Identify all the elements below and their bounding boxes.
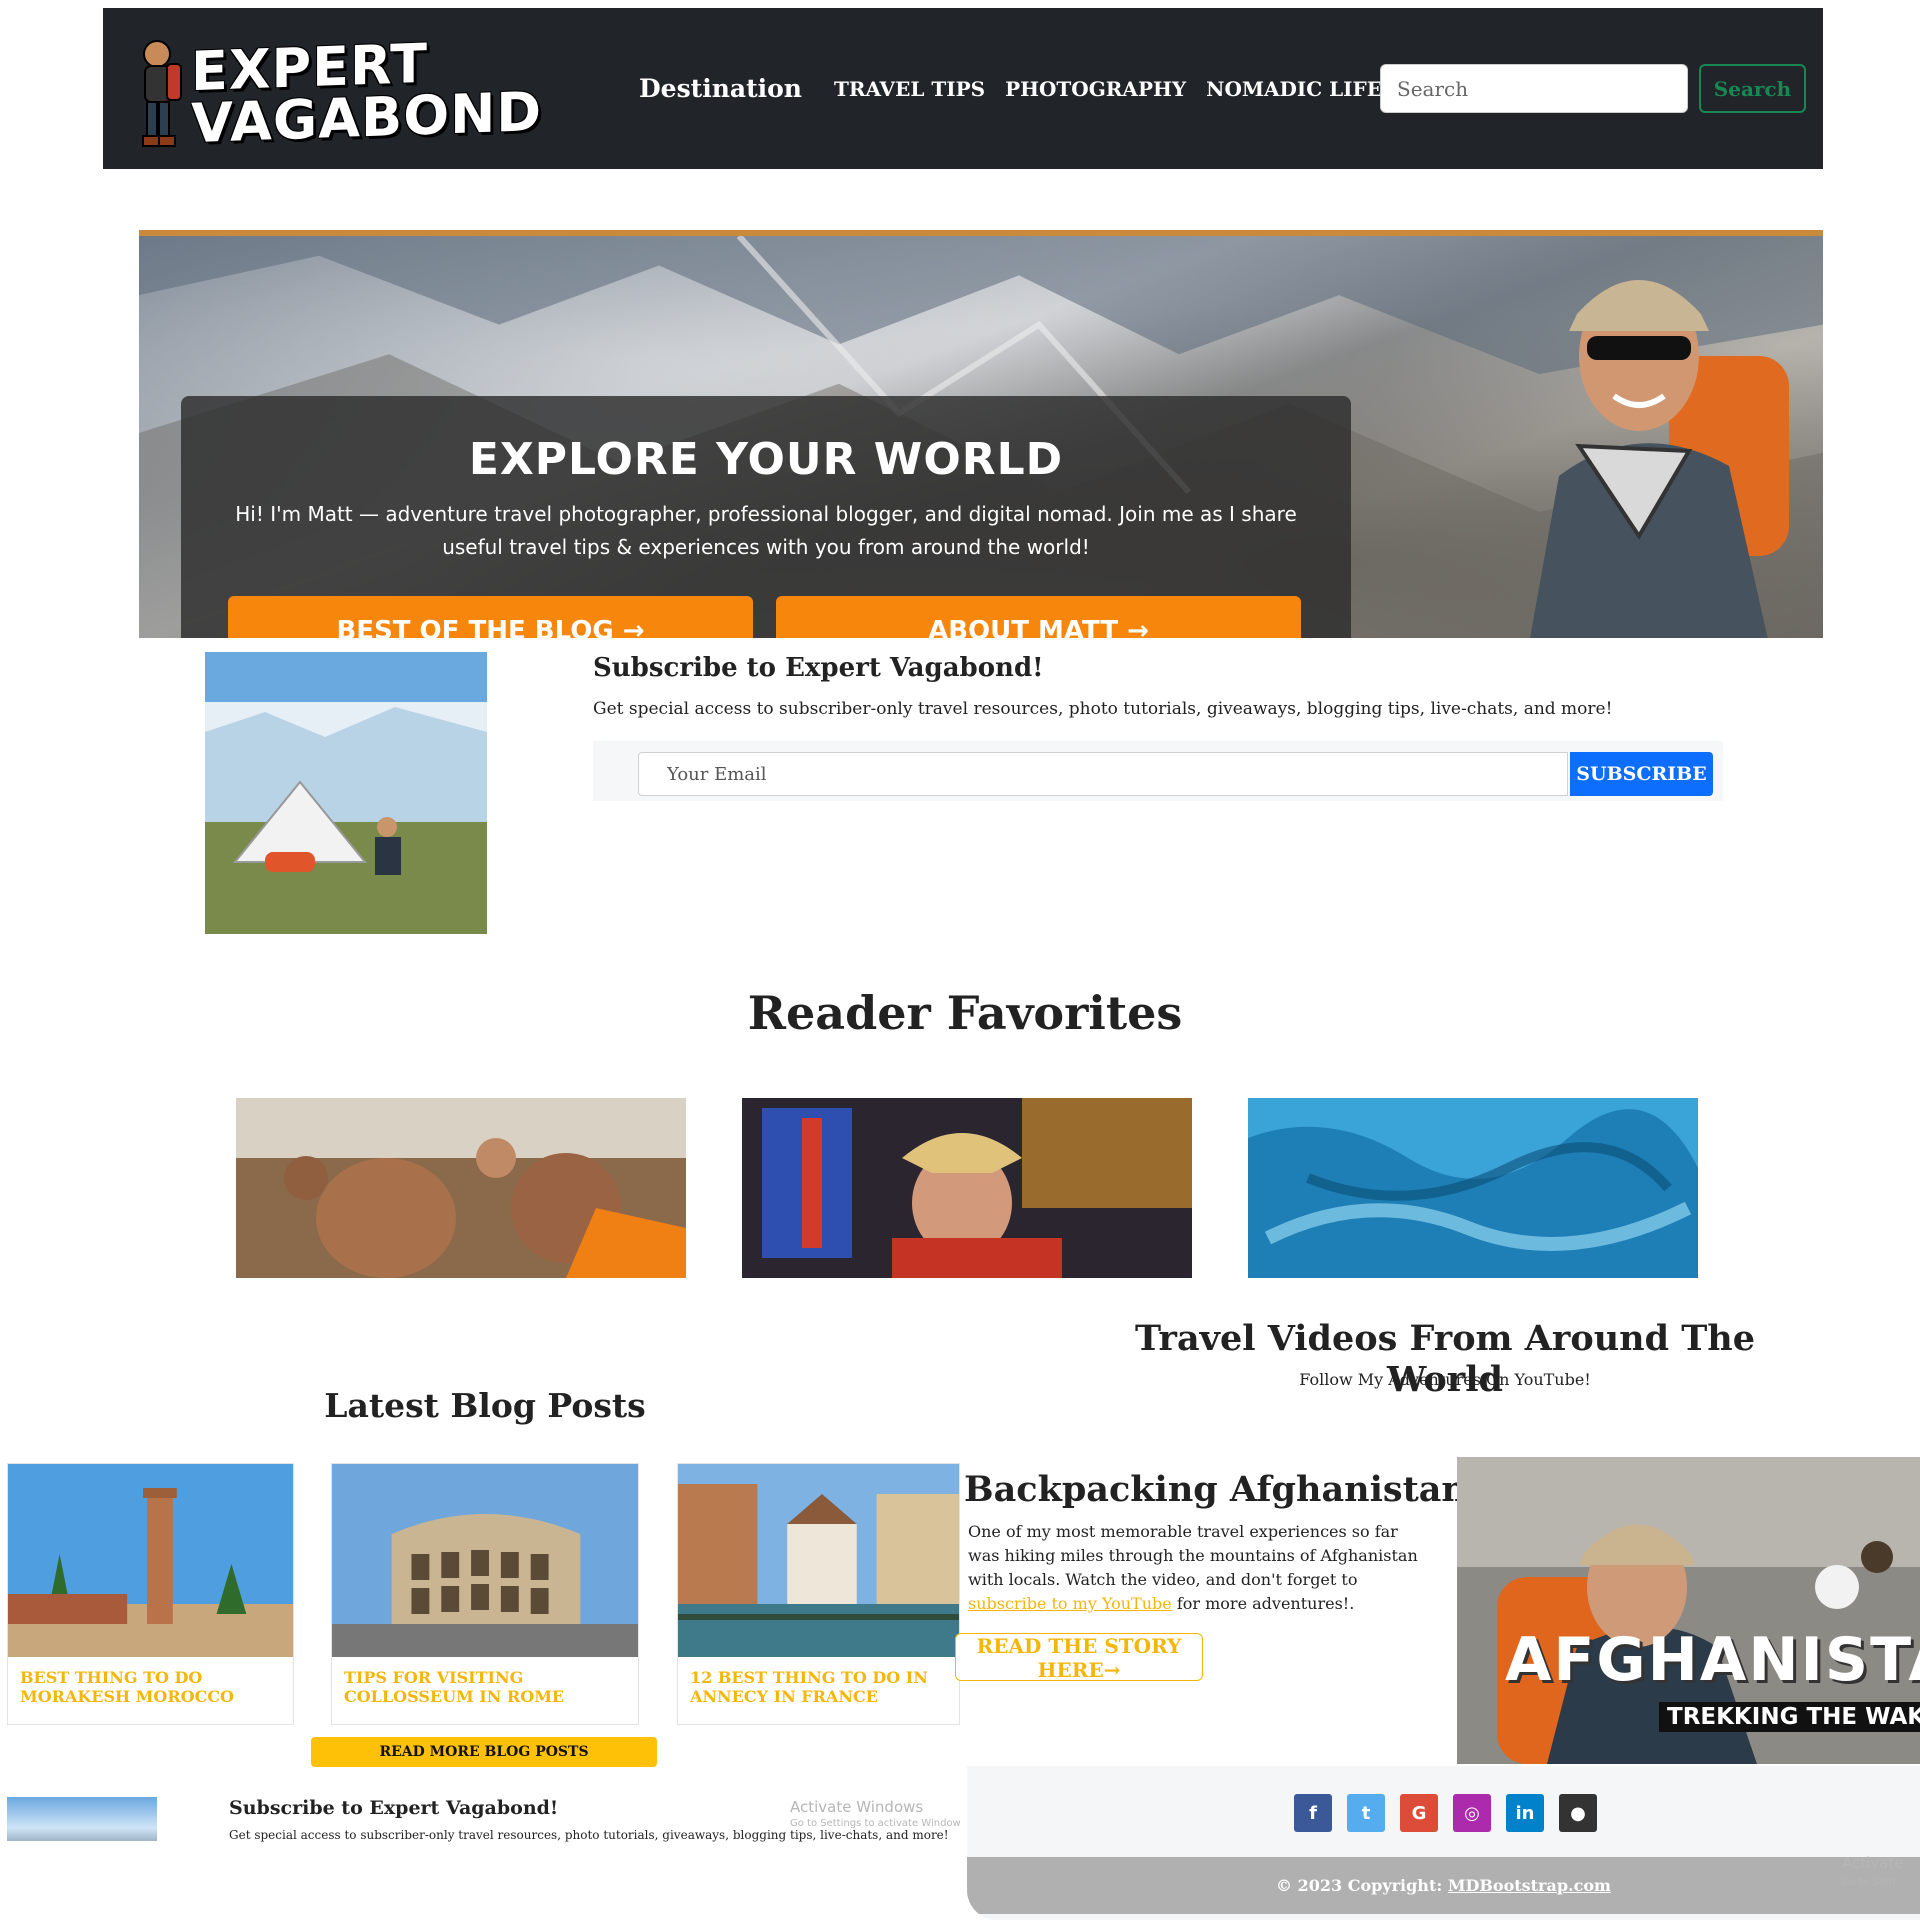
reader-favorites-heading: Reader Favorites: [747, 986, 1183, 1040]
twitter-icon: t: [1361, 1802, 1371, 1824]
social-button[interactable]: ●: [1559, 1794, 1597, 1832]
afghanistan-text: One of my most memorable travel experien…: [968, 1520, 1418, 1616]
logo[interactable]: EXPERT VAGABOND: [131, 30, 542, 155]
favorite-street-food-photo[interactable]: [742, 1098, 1192, 1278]
nav-links: Destination TRAVEL TIPS PHOTOGRAPHY NOMA…: [639, 8, 1414, 169]
nav-photography[interactable]: PHOTOGRAPHY: [1005, 77, 1186, 101]
thumbnail-subtitle: TREKKING THE WAKHAN: [1659, 1702, 1920, 1732]
linkedin-icon: in: [1515, 1802, 1535, 1824]
hero-banner: EXPLORE YOUR WORLD Hi! I'm Matt — advent…: [139, 230, 1823, 638]
subscribe-bottom-title: Subscribe to Expert Vagabond!: [229, 1797, 559, 1819]
post-morocco-photo: [8, 1464, 293, 1657]
post-title[interactable]: 12 BEST THING TO DO IN ANNECY IN FRANCE: [690, 1668, 949, 1706]
social-button[interactable]: G: [1400, 1794, 1438, 1832]
latest-blog-heading: Latest Blog Posts: [324, 1386, 646, 1425]
navbar: EXPERT VAGABOND Destination TRAVEL TIPS …: [103, 8, 1823, 169]
post-colosseum-photo: [332, 1464, 638, 1657]
hero-text: Hi! I'm Matt — adventure travel photogra…: [235, 502, 1297, 559]
social-button[interactable]: f: [1294, 1794, 1332, 1832]
social-button[interactable]: in: [1506, 1794, 1544, 1832]
footer: f t G ◎ in ● © 2023 Copyright: MDBootstrap.co…: [967, 1766, 1920, 1920]
social-button[interactable]: ◎: [1453, 1794, 1491, 1832]
social-button[interactable]: t: [1347, 1794, 1385, 1832]
nav-nomadic-life-label: NOMADIC LIFE: [1206, 76, 1382, 101]
blog-post-card[interactable]: BEST THING TO DO MORAKESH MOROCCO: [7, 1463, 294, 1725]
settings-watermark-right: Go to Setti: [1842, 1877, 1896, 1888]
google-icon: G: [1411, 1802, 1427, 1824]
logo-mascot-icon: [142, 40, 182, 147]
youtube-subscribe-link[interactable]: subscribe to my YouTube: [968, 1594, 1172, 1613]
about-matt-button[interactable]: ABOUT MATT →: [776, 596, 1301, 638]
search-input[interactable]: [1380, 64, 1688, 113]
thumbnail-title: AFGHANISTAN: [1505, 1625, 1920, 1695]
instagram-icon: ◎: [1464, 1802, 1480, 1824]
post-title[interactable]: TIPS FOR VISITING COLLOSSEUM IN ROME: [344, 1668, 628, 1706]
afghanistan-title: Backpacking Afghanistan: [964, 1469, 1467, 1510]
activate-windows-watermark: Activate Windows: [790, 1798, 924, 1816]
afghanistan-video-thumbnail[interactable]: AFGHANISTAN TREKKING THE WAKHAN: [1457, 1457, 1920, 1764]
afghanistan-text-after: for more adventures!.: [1171, 1594, 1355, 1613]
subscribe-button[interactable]: SUBSCRIBE: [1570, 752, 1713, 796]
copyright-bar: © 2023 Copyright: MDBootstrap.com: [967, 1857, 1920, 1914]
nav-travel-tips[interactable]: TRAVEL TIPS: [834, 77, 985, 101]
favorite-ice-cave-photo[interactable]: [1248, 1098, 1698, 1278]
logo-line2: VAGABOND: [191, 79, 543, 156]
copyright-link[interactable]: MDBootstrap.com: [1448, 1876, 1611, 1895]
subscribe-title: Subscribe to Expert Vagabond!: [593, 653, 1044, 683]
read-story-button[interactable]: READ THE STORY HERE→: [955, 1633, 1203, 1682]
facebook-icon: f: [1309, 1802, 1317, 1824]
post-title[interactable]: BEST THING TO DO MORAKESH MOROCCO: [20, 1668, 283, 1706]
subscribe-bottom-description: Get special access to subscriber-only tr…: [229, 1828, 949, 1842]
best-of-blog-button[interactable]: BEST OF THE BLOG →: [228, 596, 753, 638]
afghanistan-text-before: One of my most memorable travel experien…: [968, 1522, 1418, 1589]
search-button[interactable]: Search: [1699, 64, 1806, 113]
glacier-camp-photo: [205, 652, 487, 934]
github-icon: ●: [1570, 1802, 1586, 1824]
travel-videos-subtitle: Follow My Adventures On YouTube!: [1299, 1370, 1591, 1389]
subscribe-description: Get special access to subscriber-only tr…: [593, 699, 1613, 719]
subscribe-form: SUBSCRIBE: [593, 741, 1723, 801]
blog-post-card[interactable]: TIPS FOR VISITING COLLOSSEUM IN ROME: [331, 1463, 639, 1725]
social-links: f t G ◎ in ●: [1294, 1794, 1612, 1832]
nav-destination[interactable]: Destination: [639, 74, 802, 103]
activate-watermark-right: Activate: [1842, 1854, 1904, 1872]
email-field[interactable]: [638, 752, 1568, 796]
hero-traveler-photo: [1530, 280, 1789, 638]
subscribe-bottom-photo: [7, 1797, 157, 1841]
logo-text: EXPERT VAGABOND: [191, 32, 543, 156]
read-more-posts-button[interactable]: READ MORE BLOG POSTS: [311, 1737, 657, 1767]
hero-title: EXPLORE YOUR WORLD: [468, 434, 1064, 485]
activate-windows-settings-watermark: Go to Settings to activate Windows.: [790, 1818, 960, 1829]
nav-nomadic-life[interactable]: NOMADIC LIFE: [1206, 77, 1394, 101]
post-annecy-photo: [678, 1464, 959, 1657]
blog-post-card[interactable]: 12 BEST THING TO DO IN ANNECY IN FRANCE: [677, 1463, 960, 1725]
copyright-text: © 2023 Copyright:: [1276, 1876, 1448, 1895]
hero-overlay: EXPLORE YOUR WORLD Hi! I'm Matt — advent…: [181, 396, 1351, 638]
favorite-temple-tattoo-photo[interactable]: [236, 1098, 686, 1278]
